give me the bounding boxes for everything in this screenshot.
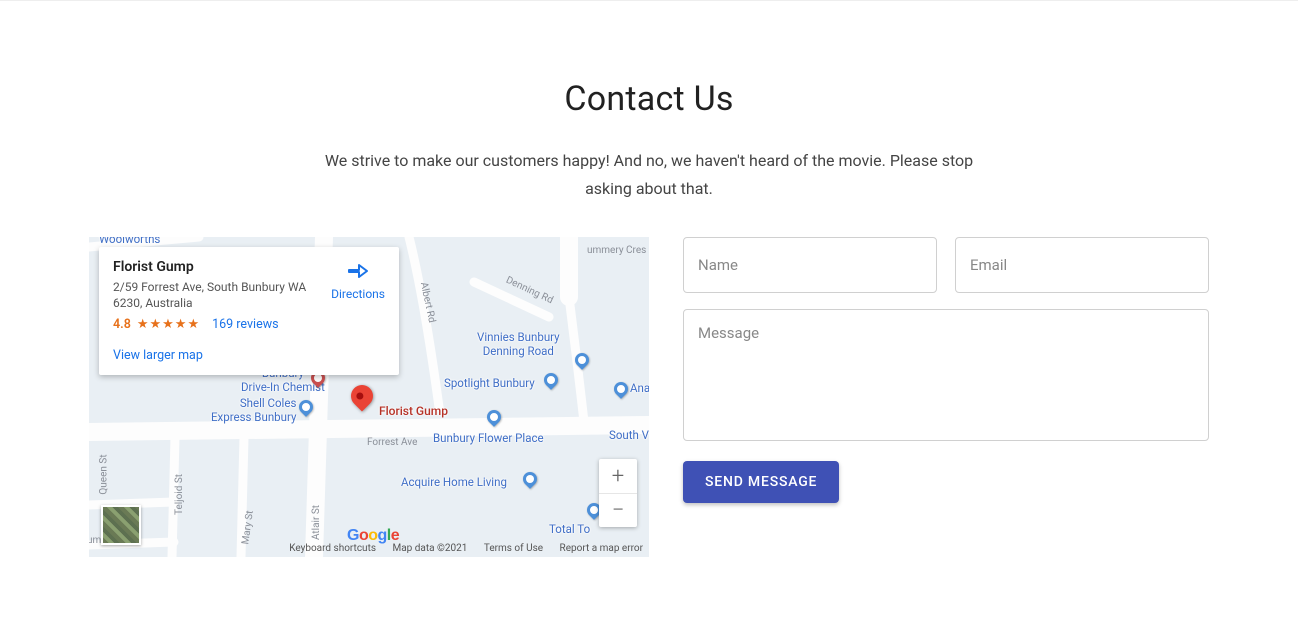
directions-button[interactable]: Directions	[331, 259, 385, 301]
email-input[interactable]	[955, 237, 1209, 293]
reviews-link[interactable]: 169 reviews	[212, 317, 278, 332]
poi-label: Bunbury Flower Place	[433, 431, 544, 445]
poi-south[interactable]: South V	[609, 429, 649, 443]
message-input[interactable]	[683, 309, 1209, 441]
street-label: Queen St	[99, 454, 110, 494]
name-input[interactable]	[683, 237, 937, 293]
contact-header: Contact Us We strive to make our custome…	[89, 1, 1209, 203]
location-map[interactable]: ummery Cres Denning Rd Albert Rd Forrest…	[89, 237, 649, 557]
poi-vinnies[interactable]: Vinnies Bunbury Denning Road	[477, 331, 560, 359]
poi-spotlight[interactable]: Spotlight Bunbury	[444, 377, 535, 391]
place-name: Florist Gump	[113, 259, 321, 275]
directions-label: Directions	[331, 287, 385, 301]
rating-value: 4.8	[113, 317, 131, 332]
poi-woolworths[interactable]: Woolworths	[99, 237, 160, 247]
street-label: Forrest Ave	[367, 437, 417, 448]
page-title: Contact Us	[89, 79, 1209, 119]
poi-label: Vinnies Bunbury	[477, 330, 560, 344]
poi-label: Total To	[549, 522, 590, 536]
place-address: 2/59 Forrest Ave, South Bunbury WA 6230,…	[113, 279, 321, 311]
zoom-control: + −	[599, 459, 637, 527]
report-error-link[interactable]: Report a map error	[560, 543, 643, 554]
rating-stars-icon: ★★★★★	[137, 317, 200, 332]
poi-label: Anacond	[630, 381, 649, 395]
view-larger-map-link[interactable]: View larger map	[113, 348, 321, 363]
satellite-toggle[interactable]	[101, 505, 141, 545]
poi-acquire[interactable]: Acquire Home Living	[401, 476, 507, 490]
terms-link[interactable]: Terms of Use	[484, 543, 543, 554]
poi-totalto[interactable]: Total To	[549, 523, 590, 537]
contact-form: SEND MESSAGE	[683, 237, 1209, 557]
poi-anacond[interactable]: Anacond	[614, 382, 649, 396]
street-label: Teljoid St	[174, 474, 185, 515]
poi-label: Express Bunbury	[211, 410, 296, 424]
keyboard-shortcuts-link[interactable]: Keyboard shortcuts	[289, 543, 376, 554]
send-message-button[interactable]: SEND MESSAGE	[683, 461, 839, 503]
poi-label: Denning Road	[483, 344, 554, 358]
poi-label: Spotlight Bunbury	[444, 376, 535, 390]
map-place-card: Florist Gump 2/59 Forrest Ave, South Bun…	[99, 247, 399, 375]
poi-label: Shell Coles	[240, 396, 297, 410]
map-data-label: Map data ©2021	[392, 543, 467, 554]
zoom-in-button[interactable]: +	[599, 459, 637, 493]
street-label: ummery Cres	[587, 245, 646, 256]
page-subtitle: We strive to make our customers happy! A…	[309, 147, 989, 203]
map-attribution: Keyboard shortcuts Map data ©2021 Terms …	[289, 543, 643, 554]
directions-icon	[346, 259, 370, 283]
street-label: Atlair St	[311, 505, 322, 540]
poi-label: Acquire Home Living	[401, 475, 507, 489]
poi-shell[interactable]: Shell Coles Express Bunbury	[211, 397, 296, 425]
map-marker-primary[interactable]	[351, 385, 373, 407]
zoom-out-button[interactable]: −	[599, 493, 637, 527]
poi-flowerplace[interactable]: Bunbury Flower Place	[433, 432, 544, 446]
map-marker-label: Florist Gump	[379, 404, 448, 418]
